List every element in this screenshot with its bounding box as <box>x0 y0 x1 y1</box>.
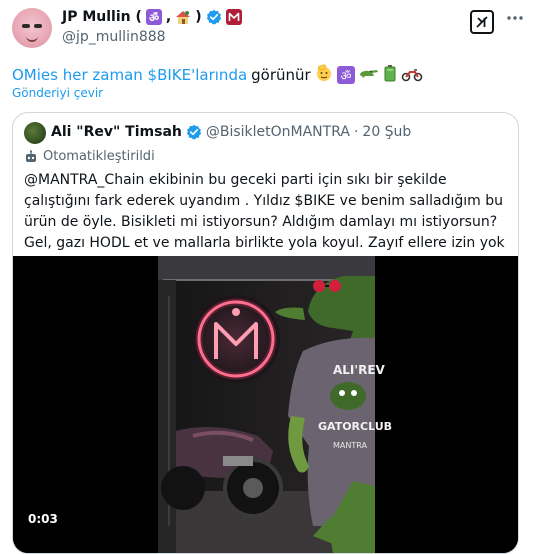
quoted-author-row: Ali "Rev" Timsah @BisikletOnMANTRA · 20 … <box>51 124 411 140</box>
shirt-text-line1: ALI'REV <box>333 363 386 377</box>
svg-text:ॐ: ॐ <box>340 69 351 83</box>
video-player[interactable]: ALI'REV GATORCLUB MANTRA 0:03 <box>13 256 518 553</box>
verified-badge-icon[interactable] <box>186 124 202 140</box>
quoted-post-date[interactable]: 20 Şub <box>362 124 411 140</box>
more-options-icon[interactable] <box>503 6 527 30</box>
saluting-face-emoji-icon <box>315 64 333 86</box>
author-name-separator: , <box>165 9 172 25</box>
automated-label-row: Otomatikleştirildi <box>24 149 155 164</box>
mantra-logo-icon <box>225 9 242 25</box>
author-handle[interactable]: @jp_mullin888 <box>62 29 166 45</box>
quoted-author-handle[interactable]: @BisikletOnMANTRA <box>206 124 350 140</box>
author-avatar[interactable] <box>12 8 52 48</box>
robot-icon <box>24 149 38 164</box>
battery-emoji-icon <box>383 64 397 86</box>
quoted-author-name[interactable]: Ali "Rev" Timsah <box>51 124 182 140</box>
om-emoji-icon: ॐ <box>336 66 355 84</box>
tweet-text-rest: görünür <box>251 66 311 84</box>
motorcycle-emoji-icon <box>401 64 423 86</box>
crocodile-emoji-icon <box>359 64 379 86</box>
quoted-tweet-card[interactable]: Ali "Rev" Timsah @BisikletOnMANTRA · 20 … <box>12 112 519 554</box>
shirt-text-line2: GATORCLUB <box>318 420 392 433</box>
tweet-text: OMies her zaman $BIKE'larında görünür ॐ <box>12 64 423 86</box>
automated-label: Otomatikleştirildi <box>43 149 155 164</box>
verified-badge-icon[interactable] <box>206 9 222 25</box>
translate-post-link[interactable]: Gönderiyi çevir <box>12 86 103 100</box>
meta-separator: · <box>353 124 359 140</box>
avatar-eye-right <box>34 24 42 28</box>
grok-icon[interactable] <box>470 10 494 34</box>
shirt-text-line3: MANTRA <box>333 441 367 450</box>
quoted-tweet-body: @MANTRA_Chain ekibinin bu geceki parti i… <box>24 172 505 251</box>
author-name-close: ) <box>195 9 202 25</box>
svg-text:ॐ: ॐ <box>149 12 159 25</box>
avatar-mouth <box>26 35 38 42</box>
quoted-author-avatar[interactable] <box>24 122 46 144</box>
video-timestamp: 0:03 <box>28 512 58 526</box>
author-name-row[interactable]: JP Mullin ( ॐ , ) <box>62 9 242 25</box>
tweet-cashtag-link[interactable]: OMies her zaman $BIKE'larında <box>12 66 247 84</box>
avatar-eye-left <box>22 24 30 28</box>
house-emoji-icon <box>175 9 191 25</box>
author-name[interactable]: JP Mullin ( <box>62 9 142 25</box>
video-frame: ALI'REV GATORCLUB MANTRA <box>13 256 518 553</box>
om-emoji-icon: ॐ <box>145 9 162 25</box>
